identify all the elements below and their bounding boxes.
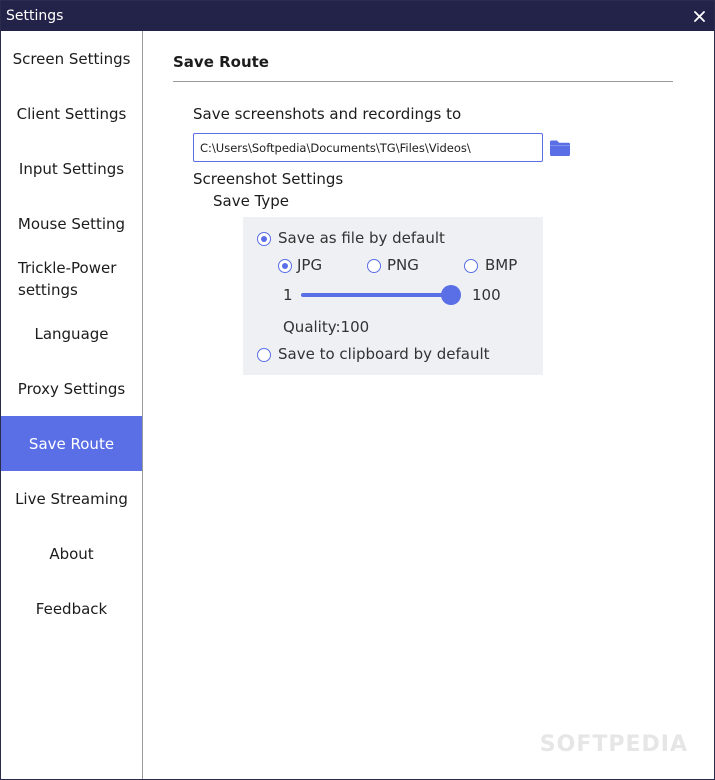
sidebar-item-label: Input Settings [18,159,125,178]
save-as-file-radio[interactable] [257,232,271,246]
quality-max-label: 100 [472,286,501,304]
quality-slider-fill [301,293,451,297]
sidebar-item-mouse-setting[interactable]: Mouse Setting [1,196,142,251]
format-bmp-radio[interactable] [464,259,478,273]
sidebar-item-label: Trickle-Power settings [18,258,117,299]
settings-sidebar: Screen Settings Client Settings Input Se… [1,31,143,779]
sidebar-item-feedback[interactable]: Feedback [1,581,142,636]
quality-slider-thumb[interactable] [441,285,461,305]
save-type-label: Save Type [213,192,290,210]
sidebar-item-proxy-settings[interactable]: Proxy Settings [1,361,142,416]
save-to-clipboard-label: Save to clipboard by default [278,345,490,363]
save-to-clipboard-radio[interactable] [257,348,271,362]
sidebar-item-label: Language [34,324,109,343]
sidebar-item-language[interactable]: Language [1,306,142,361]
save-path-input[interactable] [193,133,543,162]
format-png-label: PNG [387,256,419,274]
browse-folder-button[interactable] [549,139,571,157]
screenshot-settings-label: Screenshot Settings [193,170,344,188]
sidebar-item-label: Save Route [28,434,115,453]
format-bmp-label: BMP [485,256,518,274]
sidebar-item-label: Screen Settings [12,49,131,68]
save-as-file-label: Save as file by default [278,229,445,247]
settings-content: Save Route Save screenshots and recordin… [143,31,714,779]
close-icon [693,10,705,22]
sidebar-item-save-route[interactable]: Save Route [1,416,142,471]
sidebar-item-screen-settings[interactable]: Screen Settings [1,31,142,86]
watermark-logo: SOFTPEDIA [539,732,688,757]
window-title: Settings [6,8,64,24]
sidebar-item-label: Proxy Settings [17,379,126,398]
close-button[interactable] [690,7,708,25]
save-location-label: Save screenshots and recordings to [193,105,462,123]
sidebar-item-label: Client Settings [16,104,127,123]
quality-slider[interactable] [301,285,461,305]
page-title: Save Route [173,53,269,71]
sidebar-item-trickle-power-settings[interactable]: Trickle-Power settings [1,251,142,306]
format-jpg-radio[interactable] [278,259,292,273]
title-bar: Settings [1,1,714,31]
quality-min-label: 1 [283,286,293,304]
sidebar-item-about[interactable]: About [1,526,142,581]
format-png-radio[interactable] [367,259,381,273]
sidebar-item-label: About [49,544,94,563]
title-divider [173,81,673,82]
sidebar-item-live-streaming[interactable]: Live Streaming [1,471,142,526]
sidebar-item-input-settings[interactable]: Input Settings [1,141,142,196]
quality-value-text: Quality:100 [283,318,370,336]
save-type-panel: Save as file by default JPG PNG BMP 1 10… [243,217,543,375]
folder-icon [550,140,570,156]
sidebar-item-label: Mouse Setting [17,214,126,233]
sidebar-item-client-settings[interactable]: Client Settings [1,86,142,141]
sidebar-item-label: Live Streaming [15,489,128,508]
sidebar-item-label: Feedback [35,599,108,618]
settings-window: Settings Screen Settings Client Settings… [0,0,715,780]
format-jpg-label: JPG [297,256,323,274]
